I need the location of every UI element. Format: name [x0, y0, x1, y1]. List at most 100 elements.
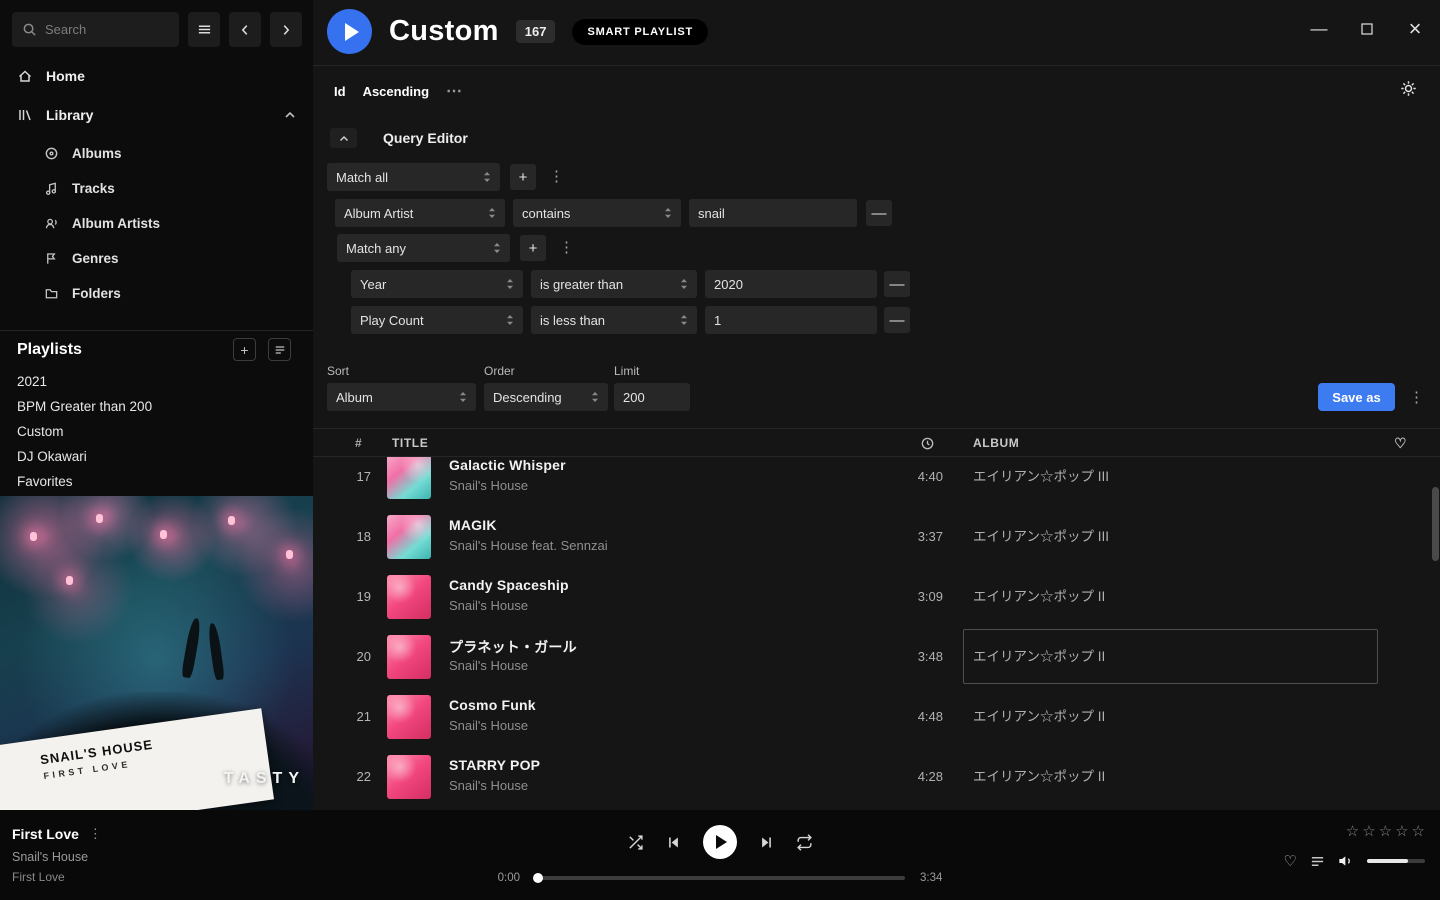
- folders-label: Folders: [72, 286, 121, 301]
- star-icon[interactable]: ☆: [1362, 822, 1375, 840]
- favorite-column-heart-icon[interactable]: ♡: [1394, 429, 1407, 457]
- sidebar-item-albums[interactable]: Albums: [0, 136, 313, 170]
- track-artist: Snail's House feat. Sennzai: [449, 538, 608, 553]
- rule2-field-select[interactable]: Year: [351, 270, 523, 298]
- play-pause-button[interactable]: [703, 825, 737, 859]
- save-menu-button[interactable]: ⋮: [1409, 388, 1424, 406]
- lantern-glow: [96, 514, 103, 523]
- column-number[interactable]: #: [355, 429, 362, 457]
- search-box[interactable]: [12, 12, 179, 47]
- sidebar-item-library[interactable]: Library: [0, 99, 313, 131]
- sort-select[interactable]: Album: [327, 383, 476, 411]
- settings-button[interactable]: [1400, 80, 1417, 100]
- track-row-18[interactable]: 18 MAGIK Snail's House feat. Sennzai 3:3…: [313, 507, 1440, 567]
- track-title: Cosmo Funk: [449, 697, 536, 713]
- queue-button[interactable]: [1310, 854, 1325, 869]
- add-rule-button-group1[interactable]: +: [510, 164, 536, 190]
- playlist-list-button[interactable]: [268, 338, 291, 361]
- now-playing-title: First Love: [12, 826, 79, 842]
- playlist-item-bpm[interactable]: BPM Greater than 200: [0, 394, 313, 419]
- progress-bar[interactable]: [535, 876, 905, 880]
- rule3-remove-button[interactable]: —: [884, 307, 910, 333]
- sidebar-item-album-artists[interactable]: Album Artists: [0, 206, 313, 240]
- rule1-field-select[interactable]: Album Artist: [335, 199, 505, 227]
- rule2-remove-button[interactable]: —: [884, 271, 910, 297]
- group2-menu-button[interactable]: ⋮: [559, 238, 574, 256]
- menu-button[interactable]: [188, 12, 220, 47]
- rule1-remove-button[interactable]: —: [866, 200, 892, 226]
- player-right-controls: ♡: [1284, 852, 1425, 870]
- track-row-22[interactable]: 22 STARRY POP Snail's House 4:28 エイリアン☆ポ…: [313, 747, 1440, 807]
- track-row-21[interactable]: 21 Cosmo Funk Snail's House 4:48 エイリアン☆ポ…: [313, 687, 1440, 747]
- disc-icon: [44, 146, 59, 161]
- star-icon[interactable]: ☆: [1395, 822, 1408, 840]
- shuffle-button[interactable]: [627, 834, 644, 851]
- column-album[interactable]: ALBUM: [973, 429, 1019, 457]
- star-icon[interactable]: ☆: [1412, 822, 1425, 840]
- sidebar-item-tracks[interactable]: Tracks: [0, 171, 313, 205]
- rule3-operator-select[interactable]: is less than: [531, 306, 697, 334]
- sidebar-item-home[interactable]: Home: [0, 60, 313, 92]
- plus-icon: +: [519, 169, 528, 186]
- save-as-button[interactable]: Save as: [1318, 383, 1395, 411]
- playlist-item-2021[interactable]: 2021: [0, 369, 313, 394]
- minimize-button[interactable]: —: [1310, 20, 1328, 38]
- previous-button[interactable]: [666, 835, 681, 850]
- rule1-operator-select[interactable]: contains: [513, 199, 681, 227]
- order-select[interactable]: Descending: [484, 383, 608, 411]
- sort-order-button[interactable]: Ascending: [363, 84, 429, 99]
- main-panel: Custom 167 SMART PLAYLIST — × Id Ascendi…: [313, 0, 1440, 810]
- playlist-item-favorites[interactable]: Favorites: [0, 469, 313, 494]
- match-any-select[interactable]: Match any: [337, 234, 510, 262]
- chevron-up-icon: [339, 135, 349, 142]
- rule1-value-input[interactable]: [689, 199, 857, 227]
- track-row-17[interactable]: 17 Galactic Whisper Snail's House 4:40 エ…: [313, 457, 1440, 507]
- now-playing-menu-button[interactable]: ⋮: [89, 826, 102, 842]
- nav-back-button[interactable]: [229, 12, 261, 47]
- order-label: Order: [484, 364, 515, 378]
- rule3-field-select[interactable]: Play Count: [351, 306, 523, 334]
- sidebar-item-folders[interactable]: Folders: [0, 276, 313, 310]
- sort-field-button[interactable]: Id: [334, 84, 346, 99]
- add-playlist-button[interactable]: +: [233, 338, 256, 361]
- repeat-button[interactable]: [796, 834, 813, 851]
- rule3-value-input[interactable]: [705, 306, 877, 334]
- next-button[interactable]: [759, 835, 774, 850]
- elapsed-time: 0:00: [490, 872, 520, 884]
- select-caret-icon: [506, 314, 514, 326]
- minus-icon: —: [872, 205, 887, 222]
- rule2-operator-select[interactable]: is greater than: [531, 270, 697, 298]
- query-editor-collapse-button[interactable]: [330, 128, 357, 148]
- maximize-button[interactable]: [1358, 20, 1376, 38]
- favorite-button[interactable]: ♡: [1284, 852, 1297, 870]
- rule2-value-input[interactable]: [705, 270, 877, 298]
- track-number: 21: [333, 687, 371, 747]
- track-artwork: [387, 755, 431, 799]
- limit-input[interactable]: [614, 383, 690, 411]
- search-input[interactable]: [45, 22, 169, 37]
- group1-menu-button[interactable]: ⋮: [549, 167, 564, 185]
- lantern-glow: [30, 532, 37, 541]
- sidebar-item-genres[interactable]: Genres: [0, 241, 313, 275]
- volume-slider[interactable]: [1367, 859, 1425, 863]
- star-icon[interactable]: ☆: [1346, 822, 1359, 840]
- match-all-select[interactable]: Match all: [327, 163, 500, 191]
- toolbar-more-button[interactable]: ⋯: [446, 81, 463, 101]
- duration-column-clock-icon[interactable]: [920, 429, 935, 457]
- scrollbar-thumb[interactable]: [1432, 487, 1439, 561]
- progress-handle[interactable]: [533, 873, 543, 883]
- track-title: プラネット・ガール: [449, 637, 577, 657]
- close-button[interactable]: ×: [1406, 20, 1424, 38]
- track-row-20[interactable]: 20 プラネット・ガール Snail's House 3:48 エイリアン☆ポッ…: [313, 627, 1440, 687]
- star-icon[interactable]: ☆: [1379, 822, 1392, 840]
- volume-button[interactable]: [1338, 853, 1354, 869]
- play-playlist-button[interactable]: [327, 9, 372, 54]
- playlist-item-dj-okawari[interactable]: DJ Okawari: [0, 444, 313, 469]
- now-playing-artwork[interactable]: SNAIL'S HOUSE FIRST LOVE TASTY: [0, 496, 313, 810]
- nav-forward-button[interactable]: [270, 12, 302, 47]
- genres-label: Genres: [72, 251, 119, 266]
- track-row-19[interactable]: 19 Candy Spaceship Snail's House 3:09 エイ…: [313, 567, 1440, 627]
- playlist-item-custom[interactable]: Custom: [0, 419, 313, 444]
- add-rule-button-group2[interactable]: +: [520, 235, 546, 261]
- column-title[interactable]: TITLE: [392, 429, 428, 457]
